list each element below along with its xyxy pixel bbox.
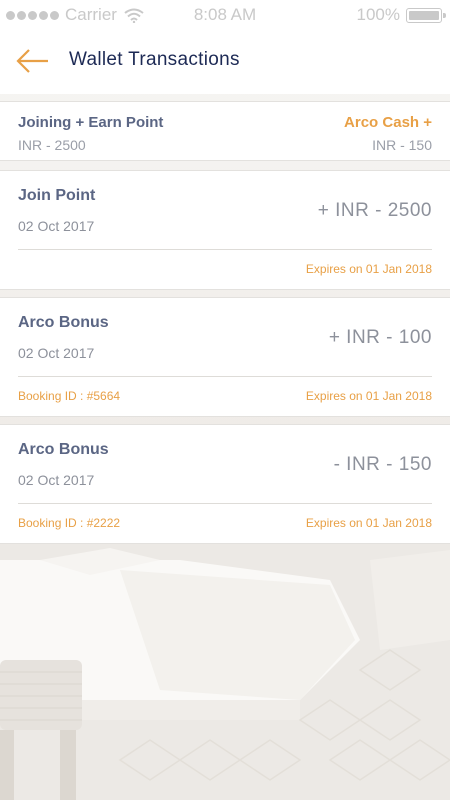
- transaction-card[interactable]: Arco Bonus 02 Oct 2017 + INR - 100 Booki…: [0, 297, 450, 417]
- expiry-date: Expires on 01 Jan 2018: [305, 389, 432, 403]
- transaction-title: Arco Bonus: [18, 314, 109, 331]
- transaction-card[interactable]: Join Point 02 Oct 2017 + INR - 2500 Expi…: [0, 170, 450, 290]
- back-arrow-icon[interactable]: [16, 48, 50, 74]
- earn-point-value: INR - 2500: [18, 137, 86, 153]
- transaction-amount: + INR - 100: [328, 327, 432, 348]
- earn-point-title: Joining + Earn Point: [18, 114, 164, 131]
- divider: [18, 376, 432, 377]
- page-title: Wallet Transactions: [69, 49, 240, 70]
- booking-id: Booking ID : #2222: [18, 516, 121, 530]
- transaction-card[interactable]: Arco Bonus 02 Oct 2017 - INR - 150 Booki…: [0, 424, 450, 544]
- transaction-date: 02 Oct 2017: [18, 218, 95, 234]
- transaction-amount: + INR - 2500: [317, 200, 432, 221]
- expiry-date: Expires on 01 Jan 2018: [305, 516, 432, 530]
- transaction-amount: - INR - 150: [333, 454, 432, 475]
- transaction-title: Join Point: [18, 187, 96, 204]
- battery-icon: [406, 7, 446, 23]
- transaction-date: 02 Oct 2017: [18, 472, 95, 488]
- navigation-bar: Wallet Transactions: [0, 30, 450, 94]
- expiry-date: Expires on 01 Jan 2018: [305, 262, 432, 276]
- wallet-summary: Joining + Earn Point INR - 2500 Arco Cas…: [0, 101, 450, 161]
- battery-percent: 100%: [356, 5, 400, 24]
- transaction-title: Arco Bonus: [18, 441, 109, 458]
- status-bar: Carrier 8:08 AM 100%: [0, 0, 450, 30]
- divider: [18, 249, 432, 250]
- arco-cash-value: INR - 150: [372, 137, 432, 153]
- divider: [18, 503, 432, 504]
- arco-cash-title: Arco Cash +: [344, 114, 432, 131]
- booking-id: Booking ID : #5664: [18, 389, 121, 403]
- transaction-date: 02 Oct 2017: [18, 345, 95, 361]
